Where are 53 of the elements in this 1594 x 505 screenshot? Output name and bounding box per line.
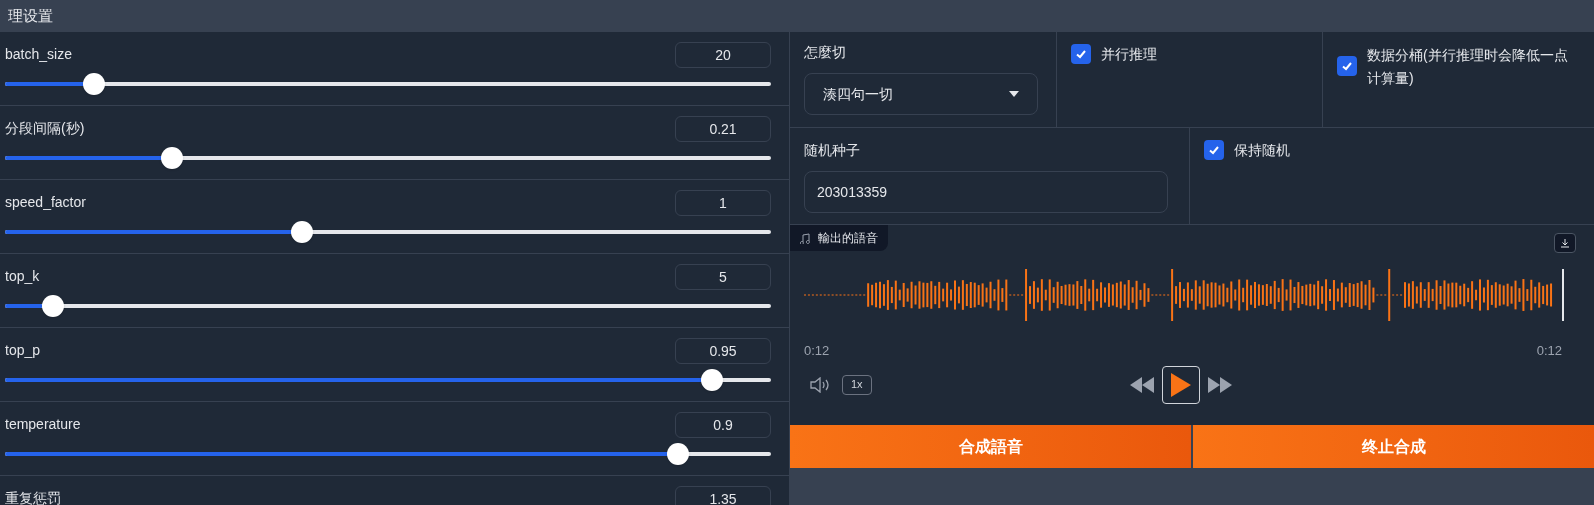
- slider-label: batch_size: [5, 45, 72, 64]
- check-icon: [1208, 144, 1220, 156]
- number-field[interactable]: 0.95: [675, 338, 771, 364]
- check-icon: [1341, 60, 1353, 72]
- slider[interactable]: [5, 221, 771, 243]
- slider[interactable]: [5, 147, 771, 169]
- current-time: 0:12: [804, 342, 830, 360]
- slider-thumb[interactable]: [667, 443, 690, 465]
- slider-label: top_k: [5, 267, 40, 286]
- checkbox[interactable]: [1337, 56, 1357, 76]
- checkbox-label: 数据分桶(并行推理时会降低一点计算量): [1367, 46, 1569, 88]
- number-field[interactable]: 0.9: [675, 412, 771, 438]
- play-button[interactable]: [1162, 365, 1200, 404]
- audio-label-tag: 輸出的語音: [790, 225, 888, 251]
- split-label: 怎麼切: [804, 43, 847, 62]
- download-icon: [1560, 238, 1570, 248]
- slider-label: 分段间隔(秒): [5, 119, 85, 138]
- checkbox[interactable]: [1204, 140, 1224, 160]
- playback-speed-button[interactable]: 1x: [842, 374, 872, 395]
- checkbox[interactable]: [1071, 44, 1091, 64]
- seed-label: 随机种子: [804, 141, 861, 160]
- music-note-icon: [800, 232, 810, 244]
- slider-label: top_p: [5, 341, 41, 360]
- slider-thumb[interactable]: [42, 295, 65, 317]
- number-field[interactable]: 1: [675, 190, 771, 216]
- slider-thumb[interactable]: [700, 369, 723, 391]
- slider[interactable]: [5, 369, 771, 391]
- panel-title: 理设置: [8, 5, 53, 26]
- slider-label: temperature: [5, 415, 81, 434]
- number-field[interactable]: 20: [675, 42, 771, 68]
- rewind-icon[interactable]: [1130, 376, 1154, 393]
- split-dropdown[interactable]: 湊四句一切: [804, 73, 1038, 115]
- download-button[interactable]: [1554, 233, 1576, 253]
- seed-field[interactable]: 203013359: [804, 171, 1168, 213]
- caret-icon: [1009, 91, 1019, 97]
- play-icon: [1171, 372, 1191, 397]
- slider-label: 重复惩罚: [5, 489, 61, 505]
- slider-thumb[interactable]: [161, 147, 184, 169]
- number-field[interactable]: 5: [675, 264, 771, 290]
- number-field[interactable]: 0.21: [675, 116, 771, 142]
- fast-forward-icon[interactable]: [1208, 376, 1232, 393]
- slider-label: speed_factor: [5, 193, 86, 212]
- slider[interactable]: [5, 443, 771, 465]
- checkbox-label: 并行推理: [1101, 45, 1157, 64]
- number-field[interactable]: 1.35: [675, 486, 771, 505]
- check-icon: [1075, 48, 1087, 60]
- slider-thumb[interactable]: [83, 73, 106, 95]
- slider[interactable]: [5, 73, 771, 95]
- checkbox-label: 保持随机: [1234, 141, 1290, 160]
- total-time: 0:12: [1536, 342, 1562, 360]
- volume-icon[interactable]: [810, 376, 832, 393]
- slider[interactable]: [5, 295, 771, 317]
- slider-thumb[interactable]: [291, 221, 314, 243]
